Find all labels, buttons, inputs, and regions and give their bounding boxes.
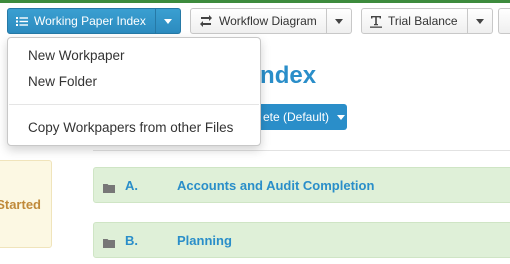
workflow-icon bbox=[199, 15, 213, 27]
getting-started-card[interactable]: Started bbox=[0, 160, 52, 248]
list-icon bbox=[16, 16, 28, 27]
caret-down-icon bbox=[334, 18, 343, 24]
working-paper-index-label: Working Paper Index bbox=[34, 14, 146, 28]
trial-balance-label: Trial Balance bbox=[388, 14, 458, 28]
trial-balance-group: Trial Balance bbox=[361, 8, 493, 34]
text-underline-icon bbox=[370, 15, 382, 28]
menu-item-new-folder[interactable]: New Folder bbox=[28, 74, 97, 89]
workflow-diagram-group: Workflow Diagram bbox=[190, 8, 352, 34]
folder-icon bbox=[103, 180, 115, 198]
getting-started-label: Started bbox=[0, 196, 41, 212]
menu-item-copy-workpapers[interactable]: Copy Workpapers from other Files bbox=[28, 120, 233, 135]
working-paper-index-button[interactable]: Working Paper Index bbox=[7, 8, 156, 34]
caret-down-icon bbox=[475, 18, 484, 24]
section-title[interactable]: Planning bbox=[177, 233, 232, 248]
workflow-diagram-dropdown-toggle[interactable] bbox=[326, 8, 352, 34]
trial-balance-button[interactable]: Trial Balance bbox=[361, 8, 468, 34]
menu-divider bbox=[9, 104, 259, 105]
workflow-diagram-button[interactable]: Workflow Diagram bbox=[190, 8, 327, 34]
working-paper-index-menu: New Workpaper New Folder Copy Workpapers… bbox=[7, 37, 261, 146]
menu-item-new-workpaper[interactable]: New Workpaper bbox=[28, 48, 125, 63]
top-accent-bar bbox=[0, 0, 510, 3]
section-row[interactable]: B. Planning bbox=[93, 222, 510, 258]
template-default-label: ete (Default) bbox=[263, 110, 330, 124]
section-row[interactable]: A. Accounts and Audit Completion bbox=[93, 167, 510, 203]
overflow-toolbar-button[interactable] bbox=[498, 8, 510, 34]
section-code: B. bbox=[125, 232, 138, 248]
section-title[interactable]: Accounts and Audit Completion bbox=[177, 178, 374, 193]
caret-down-icon bbox=[337, 114, 346, 120]
trial-balance-dropdown-toggle[interactable] bbox=[467, 8, 493, 34]
folder-icon bbox=[103, 235, 115, 253]
caret-down-icon bbox=[163, 18, 172, 24]
divider bbox=[93, 150, 510, 151]
working-paper-index-dropdown-toggle[interactable] bbox=[155, 8, 181, 34]
working-paper-index-group: Working Paper Index bbox=[7, 8, 181, 34]
section-code: A. bbox=[125, 177, 138, 193]
workflow-diagram-label: Workflow Diagram bbox=[219, 14, 317, 28]
